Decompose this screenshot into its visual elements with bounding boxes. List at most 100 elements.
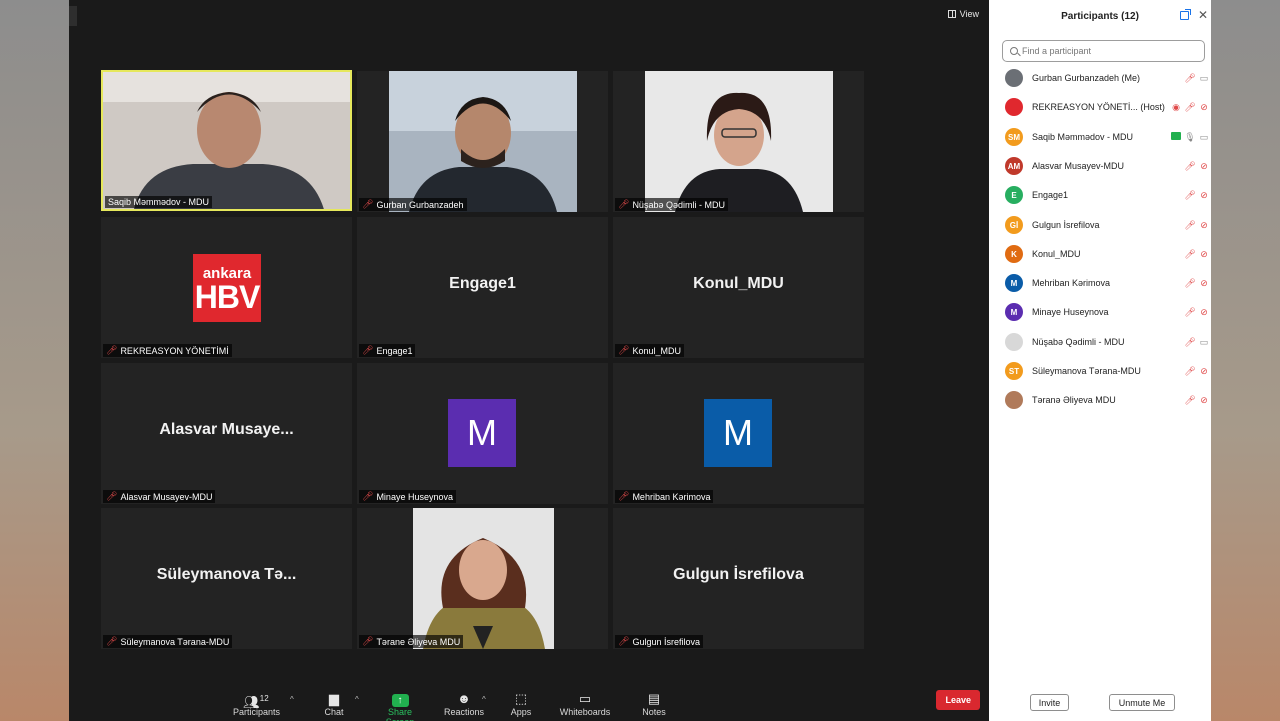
participant-name: Təranə Əliyeva MDU bbox=[1032, 395, 1116, 405]
participant-name-tag: 🎤︎ Gurban Gurbanzadeh bbox=[359, 198, 467, 211]
recording-icon: ◉ bbox=[1172, 101, 1180, 112]
participant-avatar bbox=[1005, 69, 1023, 87]
mic-muted-icon: 🎤︎ bbox=[618, 345, 630, 355]
mic-muted-icon: 🎤︎ bbox=[618, 199, 630, 209]
camera-off-icon[interactable]: ⊘ bbox=[1197, 395, 1211, 406]
mic-muted-icon[interactable]: 🎤︎ bbox=[1183, 395, 1197, 406]
participant-name-tag: 🎤︎ Alasvar Musayev-MDU bbox=[103, 490, 216, 503]
camera-icon[interactable]: ▭ bbox=[1197, 337, 1211, 348]
video-tile[interactable]: ankara HBV 🎤︎ REKREASYON YÖNETİMİ bbox=[101, 217, 352, 358]
camera-off-icon[interactable]: ⊘ bbox=[1197, 366, 1211, 377]
name-tag-label: REKREASYON YÖNETİMİ bbox=[120, 345, 229, 356]
screen-share-icon bbox=[1169, 132, 1183, 142]
video-tile[interactable]: 🎤︎ Nüşabə Qədimli - MDU bbox=[613, 71, 864, 212]
name-tag-label: Süleymanova Tərana-MDU bbox=[120, 636, 230, 647]
camera-off-icon[interactable]: ⊘ bbox=[1197, 102, 1211, 113]
participant-video bbox=[103, 72, 350, 209]
camera-off-icon[interactable]: ⊘ bbox=[1197, 249, 1211, 260]
apps-button[interactable]: ⬚ Apps bbox=[508, 691, 534, 717]
participant-avatar: M bbox=[448, 399, 516, 467]
participant-row[interactable]: K Konul_MDU 🎤︎ ⊘ bbox=[1005, 244, 1211, 264]
participant-row[interactable]: SM Saqib Məmmədov - MDU 🎙︎ ▭ bbox=[1005, 127, 1211, 147]
meeting-window: View Saqib Məmmədov - MDU 🎤︎ Gurban Gurb… bbox=[69, 0, 989, 721]
participant-row[interactable]: M Mehriban Kərimova 🎤︎ ⊘ bbox=[1005, 273, 1211, 293]
share-screen-button[interactable]: ↑ Share Screen bbox=[374, 691, 426, 721]
participant-name-tag: 🎤︎ Nüşabə Qədimli - MDU bbox=[615, 198, 728, 211]
participant-row[interactable]: Gİ Gulgun İsrefilova 🎤︎ ⊘ bbox=[1005, 215, 1211, 235]
camera-icon[interactable]: ▭ bbox=[1197, 132, 1211, 143]
organization-logo: ankara HBV bbox=[193, 254, 261, 322]
mic-muted-icon[interactable]: 🎤︎ bbox=[1183, 366, 1197, 377]
participant-name-tag: 🎤︎ Mehriban Kərimova bbox=[615, 490, 714, 503]
participant-row[interactable]: E Engage1 🎤︎ ⊘ bbox=[1005, 185, 1211, 205]
chat-caret-icon[interactable]: ^ bbox=[355, 695, 359, 704]
participant-name: Minaye Huseynova bbox=[1032, 307, 1109, 317]
mic-muted-icon: 🎤︎ bbox=[618, 491, 630, 501]
mic-muted-icon[interactable]: 🎤︎ bbox=[1183, 161, 1197, 172]
camera-icon[interactable]: ▭ bbox=[1197, 73, 1211, 84]
participant-row[interactable]: REKREASYON YÖNETİ... (Host) ◉ 🎤︎ ⊘ bbox=[1005, 97, 1211, 117]
mic-muted-icon[interactable]: 🎤︎ bbox=[1183, 220, 1197, 231]
mic-muted-icon[interactable]: 🎤︎ bbox=[1183, 190, 1197, 201]
participant-row[interactable]: AM Alasvar Musayev-MDU 🎤︎ ⊘ bbox=[1005, 156, 1211, 176]
participant-avatar: ST bbox=[1005, 362, 1023, 380]
participant-name-tag: 🎤︎ REKREASYON YÖNETİMİ bbox=[103, 344, 232, 357]
name-tag-label: Saqib Məmmədov - MDU bbox=[108, 197, 210, 207]
participant-avatar: Gİ bbox=[1005, 216, 1023, 234]
camera-off-icon[interactable]: ⊘ bbox=[1197, 190, 1211, 201]
video-tile[interactable]: 🎤︎ Tərane Əliyeva MDU bbox=[357, 508, 608, 649]
notes-icon: ▤ bbox=[647, 691, 661, 706]
invite-button[interactable]: Invite bbox=[1030, 694, 1069, 711]
participant-row[interactable]: ST Süleymanova Tərana-MDU 🎤︎ ⊘ bbox=[1005, 361, 1211, 381]
mic-muted-icon: 🎤︎ bbox=[106, 636, 118, 646]
participant-row[interactable]: M Minaye Huseynova 🎤︎ ⊘ bbox=[1005, 302, 1211, 322]
participants-button[interactable]: 👥︎12 Participants bbox=[233, 691, 280, 717]
chat-button[interactable]: ▆ Chat bbox=[321, 691, 347, 717]
video-tile[interactable]: Süleymanova Tə... 🎤︎ Süleymanova Tərana-… bbox=[101, 508, 352, 649]
pop-out-icon[interactable] bbox=[1180, 9, 1191, 20]
mic-muted-icon[interactable]: 🎤︎ bbox=[1183, 337, 1197, 348]
camera-off-icon[interactable]: ⊘ bbox=[1197, 161, 1211, 172]
reactions-caret-icon[interactable]: ^ bbox=[482, 695, 486, 704]
mic-muted-icon[interactable]: 🎤︎ bbox=[1183, 102, 1197, 113]
video-tile[interactable]: Saqib Məmmədov - MDU bbox=[101, 70, 352, 211]
participant-search-input[interactable]: Find a participant bbox=[1002, 40, 1205, 62]
mic-muted-icon: 🎤︎ bbox=[362, 491, 374, 501]
participant-video bbox=[645, 71, 833, 212]
video-tile[interactable]: Alasvar Musaye... 🎤︎ Alasvar Musayev-MDU bbox=[101, 363, 352, 504]
video-tile[interactable]: Engage1 🎤︎ Engage1 bbox=[357, 217, 608, 358]
whiteboards-button[interactable]: ▭ Whiteboards bbox=[559, 691, 611, 717]
view-button[interactable]: View bbox=[947, 9, 979, 19]
leave-button[interactable]: Leave bbox=[936, 690, 980, 710]
participant-row[interactable]: Gurban Gurbanzadeh (Me) 🎤︎ ▭ bbox=[1005, 68, 1211, 88]
mic-muted-icon[interactable]: 🎤︎ bbox=[1183, 278, 1197, 289]
camera-off-icon[interactable]: ⊘ bbox=[1197, 307, 1211, 318]
video-tile[interactable]: Gulgun İsrefilova 🎤︎ Gulgun İsrefilova bbox=[613, 508, 864, 649]
participant-row[interactable]: Nüşabə Qədimli - MDU 🎤︎ ▭ bbox=[1005, 332, 1211, 352]
reactions-button[interactable]: ☻ Reactions bbox=[444, 691, 484, 717]
mic-icon[interactable]: 🎙︎ bbox=[1183, 132, 1197, 143]
camera-off-icon[interactable]: ⊘ bbox=[1197, 220, 1211, 231]
notes-button[interactable]: ▤ Notes bbox=[641, 691, 667, 717]
search-placeholder: Find a participant bbox=[1022, 46, 1092, 56]
apps-icon: ⬚ bbox=[514, 691, 528, 706]
mic-muted-icon[interactable]: 🎤︎ bbox=[1183, 73, 1197, 84]
video-tile[interactable]: M 🎤︎ Mehriban Kərimova bbox=[613, 363, 864, 504]
mic-muted-icon[interactable]: 🎤︎ bbox=[1183, 249, 1197, 260]
video-tile[interactable]: Konul_MDU 🎤︎ Konul_MDU bbox=[613, 217, 864, 358]
camera-off-icon[interactable]: ⊘ bbox=[1197, 278, 1211, 289]
participant-name-tag: 🎤︎ Gulgun İsrefilova bbox=[615, 635, 703, 648]
participants-count: 12 bbox=[259, 694, 269, 703]
whiteboard-icon: ▭ bbox=[578, 691, 592, 706]
mic-muted-icon: 🎤︎ bbox=[106, 491, 118, 501]
video-tile[interactable]: M 🎤︎ Minaye Huseynova bbox=[357, 363, 608, 504]
video-tile[interactable]: 🎤︎ Gurban Gurbanzadeh bbox=[357, 71, 608, 212]
mic-muted-icon[interactable]: 🎤︎ bbox=[1183, 307, 1197, 318]
participants-caret-icon[interactable]: ^ bbox=[290, 695, 294, 704]
unmute-me-button[interactable]: Unmute Me bbox=[1109, 694, 1175, 711]
participant-name-tag: 🎤︎ Engage1 bbox=[359, 344, 416, 357]
close-icon[interactable]: ✕ bbox=[1198, 8, 1208, 22]
participant-row[interactable]: Təranə Əliyeva MDU 🎤︎ ⊘ bbox=[1005, 390, 1211, 410]
view-label: View bbox=[959, 9, 979, 19]
participant-video bbox=[413, 508, 554, 649]
